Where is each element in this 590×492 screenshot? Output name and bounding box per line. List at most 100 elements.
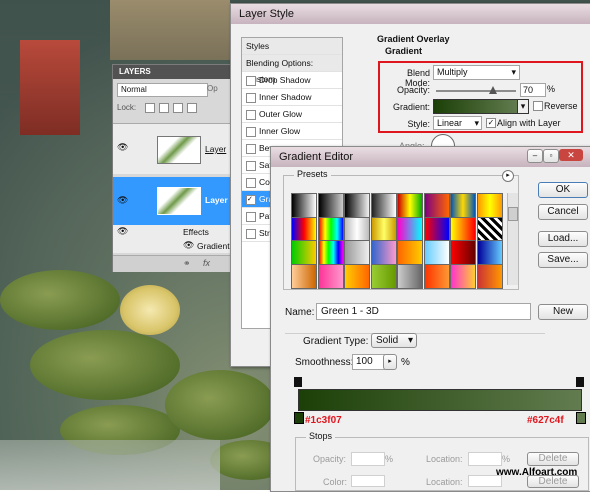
- cancel-button[interactable]: Cancel: [538, 204, 588, 220]
- gradient-preset-swatch[interactable]: [344, 263, 370, 289]
- style-checkbox[interactable]: [246, 92, 256, 103]
- gradient-preset-swatch[interactable]: [317, 240, 344, 265]
- style-checkbox[interactable]: [246, 177, 256, 188]
- style-checkbox[interactable]: [246, 143, 256, 154]
- style-item[interactable]: Inner Glow: [242, 123, 342, 140]
- opacity-slider-handle[interactable]: [489, 86, 497, 94]
- stop-location-input[interactable]: [468, 452, 502, 466]
- gradient-preset-swatch[interactable]: [317, 193, 344, 218]
- gradient-preset-swatch[interactable]: [476, 216, 503, 242]
- visibility-eye-icon[interactable]: 👁: [117, 226, 128, 237]
- gradient-bar[interactable]: [298, 389, 582, 411]
- style-checkbox[interactable]: [246, 75, 256, 86]
- gradient-preset-swatch[interactable]: [291, 240, 317, 265]
- layer-name[interactable]: Layer: [205, 144, 226, 154]
- style-select[interactable]: Linear ▾: [433, 116, 482, 130]
- lock-transparency-icon[interactable]: [145, 102, 155, 113]
- lock-pixels-icon[interactable]: [159, 102, 169, 113]
- reverse-checkbox[interactable]: [533, 101, 543, 111]
- gradient-preset-swatch[interactable]: [423, 216, 450, 242]
- delete-opacity-stop-button[interactable]: Delete: [527, 452, 579, 466]
- save-button[interactable]: Save...: [538, 252, 588, 268]
- smoothness-input[interactable]: 100: [352, 354, 385, 370]
- gradient-preset-swatch[interactable]: [370, 193, 397, 218]
- opacity-input[interactable]: 70: [520, 83, 546, 97]
- gradient-preset-swatch[interactable]: [317, 263, 344, 289]
- gradient-preset-swatch[interactable]: [317, 216, 344, 242]
- gradient-preset-swatch[interactable]: [450, 193, 476, 218]
- gradient-preset-swatch[interactable]: [291, 193, 317, 218]
- align-with-layer-checkbox[interactable]: ✓: [486, 118, 496, 128]
- visibility-eye-icon[interactable]: 👁: [117, 142, 128, 153]
- scrollbar-thumb[interactable]: [508, 207, 518, 221]
- gradient-preset-swatch[interactable]: [344, 193, 370, 218]
- opacity-stop-left[interactable]: [294, 377, 302, 387]
- lock-icons[interactable]: [145, 102, 205, 113]
- style-item[interactable]: Inner Shadow: [242, 89, 342, 106]
- blend-mode-select[interactable]: Multiply ▾: [433, 65, 520, 80]
- gradient-preset-swatch[interactable]: [370, 216, 397, 242]
- link-icon[interactable]: ⚭: [183, 258, 191, 269]
- style-checkbox[interactable]: [246, 126, 256, 137]
- gradient-preset-swatch[interactable]: [423, 263, 450, 289]
- close-icon[interactable]: ✕: [559, 149, 583, 161]
- gradient-preset-swatch[interactable]: [397, 193, 423, 218]
- gradient-type-select[interactable]: Solid ▾: [371, 333, 417, 348]
- gradient-preset-swatch[interactable]: [397, 216, 423, 242]
- lock-all-icon[interactable]: [187, 102, 197, 113]
- new-button[interactable]: New: [538, 304, 588, 320]
- gradient-effect-row[interactable]: 👁 Gradient: [113, 239, 235, 253]
- layer-row-1[interactable]: 👁 Layer: [113, 123, 235, 174]
- load-button[interactable]: Load...: [538, 231, 588, 247]
- gradient-type-value: Solid: [376, 335, 399, 346]
- style-checkbox[interactable]: [246, 228, 256, 239]
- minimize-icon[interactable]: –: [527, 149, 543, 163]
- gradient-preset-swatch[interactable]: [344, 240, 370, 265]
- gradient-preset-swatch[interactable]: [370, 240, 397, 265]
- opacity-slider[interactable]: [436, 90, 516, 92]
- style-item[interactable]: Outer Glow: [242, 106, 342, 123]
- style-item[interactable]: Drop Shadow: [242, 72, 342, 89]
- blending-options-item[interactable]: Blending Options: Custom: [242, 55, 342, 84]
- gradient-preset-swatch[interactable]: [450, 263, 476, 289]
- gradient-preset-swatch[interactable]: [450, 240, 476, 265]
- gradient-preset-swatch[interactable]: [423, 240, 450, 265]
- visibility-eye-icon[interactable]: 👁: [117, 195, 128, 206]
- gradient-preset-swatch[interactable]: [476, 240, 503, 265]
- gradient-preset-swatch[interactable]: [450, 216, 476, 242]
- gradient-preview-swatch[interactable]: [433, 99, 519, 114]
- gradient-preset-swatch[interactable]: [476, 263, 503, 289]
- ok-button[interactable]: OK: [538, 182, 588, 198]
- chevron-down-icon[interactable]: ▾: [517, 99, 529, 114]
- gradient-preset-swatch[interactable]: [397, 240, 423, 265]
- stop-opacity-input[interactable]: [351, 452, 385, 466]
- style-checkbox[interactable]: ✓: [246, 194, 256, 205]
- visibility-eye-icon[interactable]: 👁: [183, 240, 194, 251]
- smoothness-stepper-icon[interactable]: ▸: [383, 354, 397, 370]
- style-checkbox[interactable]: [246, 211, 256, 222]
- gradient-name-input[interactable]: Green 1 - 3D: [316, 303, 531, 320]
- gradient-preset-swatch[interactable]: [370, 263, 397, 289]
- style-checkbox[interactable]: [246, 109, 256, 120]
- layer-blend-mode-select[interactable]: Normal: [117, 83, 208, 97]
- layer-name[interactable]: Layer: [205, 195, 228, 205]
- effects-row[interactable]: 👁 Effects: [113, 225, 235, 239]
- gradient-preset-swatch[interactable]: [291, 216, 317, 242]
- gradient-preset-swatch[interactable]: [476, 193, 503, 218]
- layer-row-2-selected[interactable]: 👁 Layer: [113, 177, 235, 225]
- color-stop-right[interactable]: [576, 412, 586, 424]
- opacity-stop-right[interactable]: [576, 377, 584, 387]
- color-stop-left[interactable]: [294, 412, 304, 424]
- style-checkbox[interactable]: [246, 160, 256, 171]
- styles-header[interactable]: Styles: [242, 38, 342, 55]
- gradient-preset-swatch[interactable]: [291, 263, 317, 289]
- stop-color-swatch[interactable]: [351, 475, 385, 487]
- gradient-preset-swatch[interactable]: [344, 216, 370, 242]
- gradient-preset-swatch[interactable]: [397, 263, 423, 289]
- fx-icon[interactable]: fx: [203, 258, 210, 268]
- gradient-preset-swatch[interactable]: [423, 193, 450, 218]
- presets-scrollbar[interactable]: [507, 193, 518, 285]
- maximize-icon[interactable]: ▫: [543, 149, 559, 163]
- presets-menu-arrow-icon[interactable]: ▸: [502, 170, 514, 182]
- lock-position-icon[interactable]: [173, 102, 183, 113]
